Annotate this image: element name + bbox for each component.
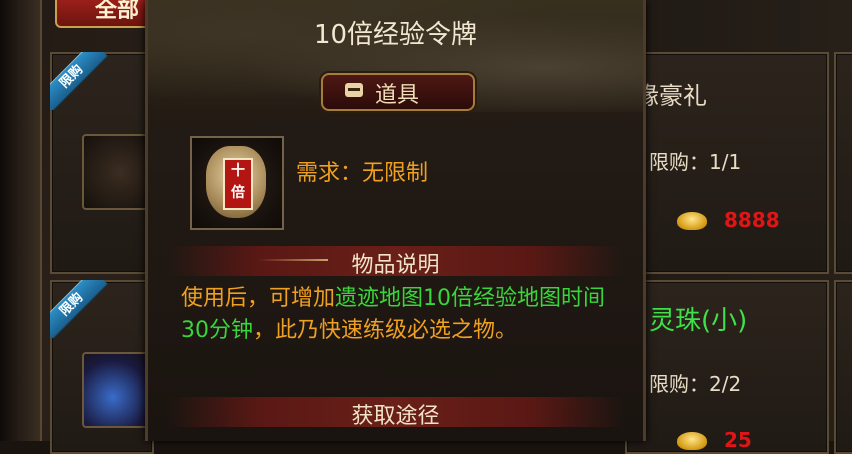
desc-part: ，此乃快速练级必选之物。 xyxy=(253,318,518,343)
card-price: 8888 xyxy=(724,208,780,232)
card-price: 25 xyxy=(724,428,752,452)
shop-card-left-1[interactable]: 限购 xyxy=(50,52,158,274)
tooltip-title: 10倍经验令牌 xyxy=(313,20,478,50)
item-type-icon xyxy=(345,83,363,97)
shop-card-edge xyxy=(834,52,852,274)
gold-ingot-icon xyxy=(677,212,707,230)
section-title: 物品说明 xyxy=(351,253,440,278)
item-type-label: 道具 xyxy=(375,83,420,108)
shop-card-right-1[interactable]: 缘豪礼 永久 限购：1/1 8888 xyxy=(597,52,829,274)
desc-part: 使用后，可增加 xyxy=(181,286,336,311)
shop-card-edge xyxy=(834,280,852,454)
requirement-text: 需求：无限制 xyxy=(296,161,429,186)
ten-times-medal-icon: 十倍 xyxy=(206,146,266,218)
item-tooltip: 10倍经验令牌 道具 十倍 需求：无限制 物品说明 使用后，可增加遗迹地图10倍… xyxy=(145,0,646,441)
shop-card-left-2[interactable]: 限购 xyxy=(50,280,158,454)
left-frame-ornament xyxy=(0,0,42,441)
limited-ribbon: 限购 xyxy=(50,280,108,338)
card-limit: 限购：2/2 xyxy=(649,372,742,396)
section-divider-description: 物品说明 xyxy=(168,246,623,278)
section-title: 获取途径 xyxy=(351,404,440,429)
tooltip-item-frame: 十倍 xyxy=(190,136,284,230)
limited-ribbon: 限购 xyxy=(50,52,108,110)
shop-card-right-2[interactable]: 灵珠(小) 今日 限购：2/2 25 xyxy=(597,280,829,454)
gold-ingot-icon xyxy=(677,432,707,450)
item-description: 使用后，可增加遗迹地图10倍经验地图时间30分钟，此乃快速练级必选之物。 xyxy=(181,283,611,347)
medal-text: 十倍 xyxy=(223,158,253,210)
item-type-tag: 道具 xyxy=(321,73,475,111)
card-limit: 限购：1/1 xyxy=(649,150,742,174)
section-divider-source: 获取途径 xyxy=(168,397,623,429)
card-title: 灵珠(小) xyxy=(649,306,748,336)
